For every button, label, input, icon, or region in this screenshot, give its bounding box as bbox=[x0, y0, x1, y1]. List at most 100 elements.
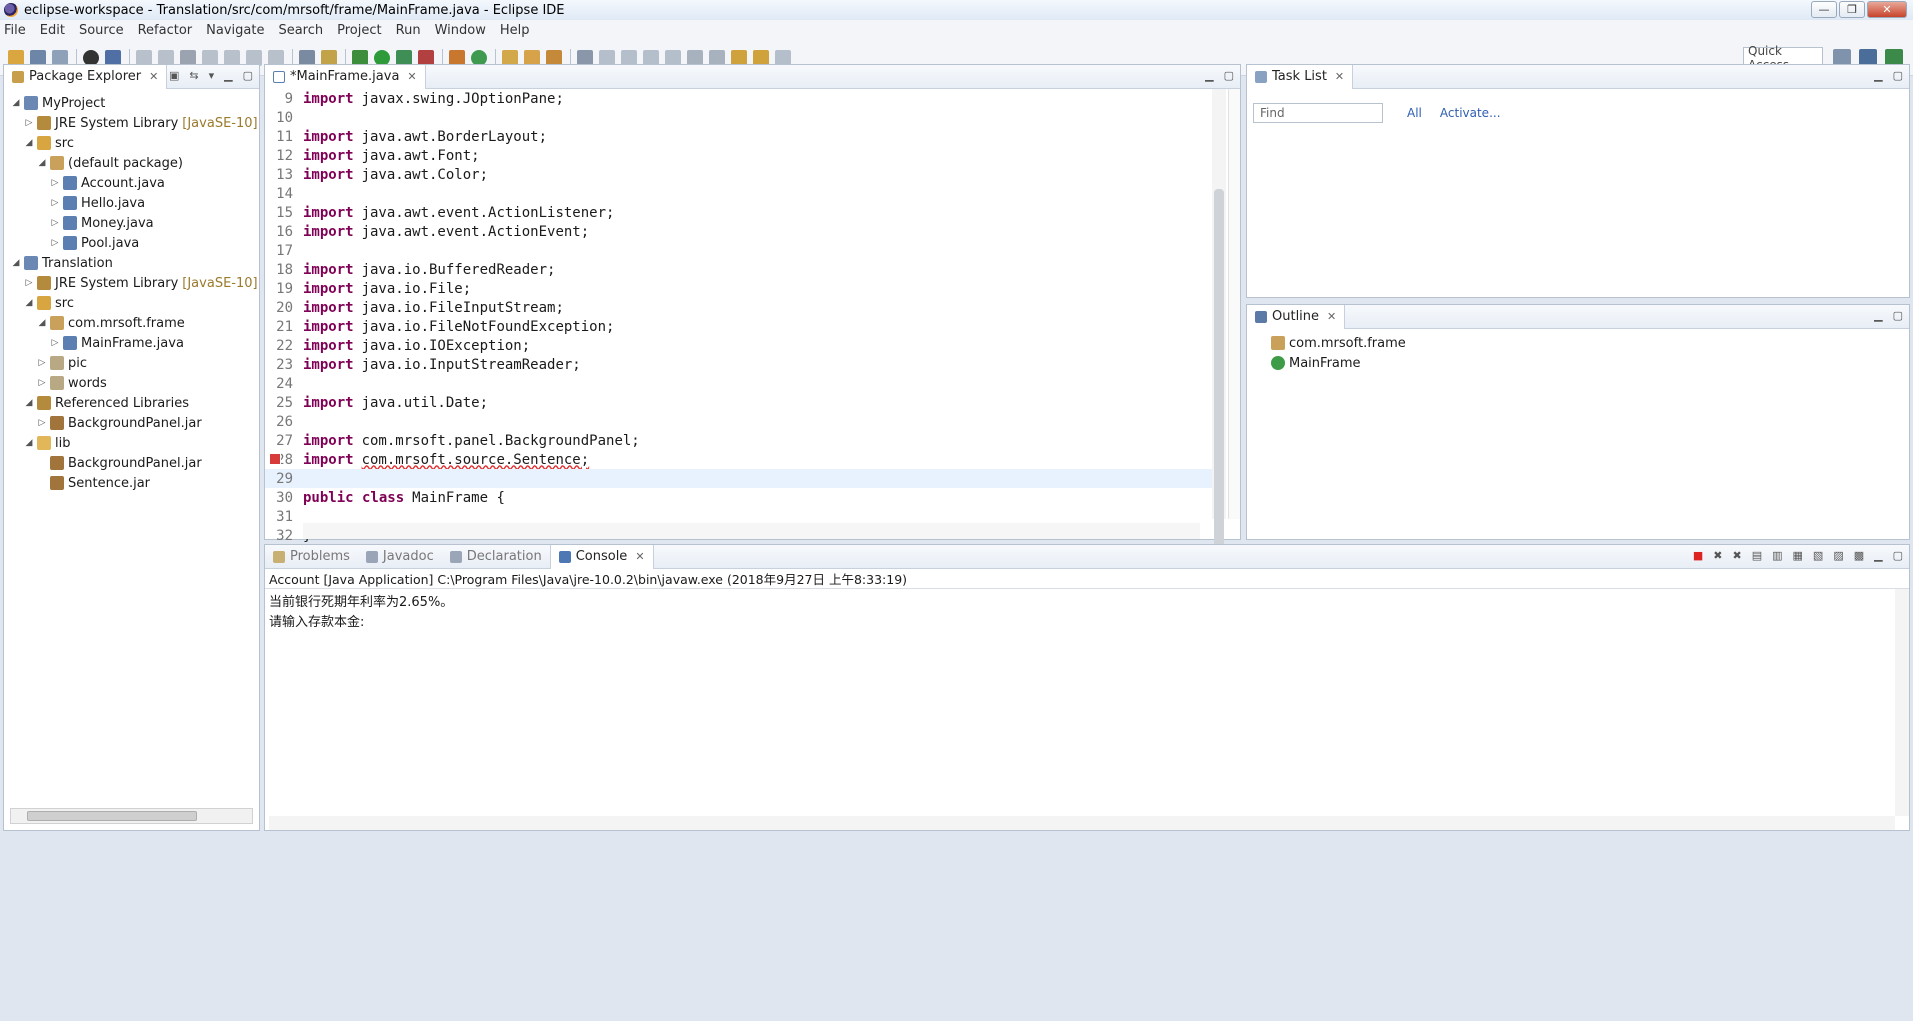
task-find-input[interactable]: Find bbox=[1253, 103, 1383, 123]
console-vertical-scrollbar[interactable] bbox=[1895, 589, 1909, 816]
tab-task-list[interactable]: Task List ✕ bbox=[1247, 64, 1354, 89]
tree-item[interactable]: ▷ words bbox=[4, 373, 259, 393]
tab-console[interactable]: Console ✕ bbox=[549, 544, 654, 569]
tree-item[interactable]: ▷ MainFrame.java bbox=[4, 333, 259, 353]
menu-file[interactable]: File bbox=[4, 23, 26, 38]
code-line[interactable]: 20 import java.io.FileInputStream; bbox=[265, 298, 1212, 317]
code-line[interactable]: 22 import java.io.IOException; bbox=[265, 336, 1212, 355]
scroll-lock-icon[interactable]: ▥ bbox=[1772, 549, 1782, 562]
remove-launch-icon[interactable]: ✖ bbox=[1713, 549, 1722, 562]
menu-source[interactable]: Source bbox=[79, 23, 124, 38]
close-icon[interactable]: ✕ bbox=[407, 70, 416, 83]
pin-console-icon[interactable]: ▧ bbox=[1813, 549, 1823, 562]
code-line[interactable]: 28 import com.mrsoft.source.Sentence; bbox=[265, 450, 1212, 469]
tree-item[interactable]: ▷ JRE System Library [JavaSE-10] bbox=[4, 273, 259, 293]
display-console-icon[interactable]: ▨ bbox=[1833, 549, 1843, 562]
expanded-twisty-icon[interactable]: ◢ bbox=[23, 438, 35, 448]
collapsed-twisty-icon[interactable]: ▷ bbox=[23, 278, 35, 288]
close-icon[interactable]: ✕ bbox=[149, 70, 158, 83]
remove-all-launches-icon[interactable]: ✖ bbox=[1732, 549, 1741, 562]
expanded-twisty-icon[interactable]: ◢ bbox=[10, 98, 22, 108]
tree-item[interactable]: ◢ (default package) bbox=[4, 153, 259, 173]
scrollbar-thumb[interactable] bbox=[1214, 189, 1224, 584]
code-line[interactable]: 29 bbox=[265, 469, 1212, 488]
minimize-view-icon[interactable]: ▁ bbox=[1874, 549, 1882, 562]
restore-button[interactable]: ❐ bbox=[1839, 1, 1865, 18]
tree-item[interactable]: ▷ Pool.java bbox=[4, 233, 259, 253]
horizontal-scrollbar[interactable] bbox=[10, 808, 253, 824]
tree-item[interactable]: ▷ Money.java bbox=[4, 213, 259, 233]
link-editor-icon[interactable]: ⇆ bbox=[189, 69, 198, 82]
outline-item[interactable]: MainFrame bbox=[1247, 353, 1909, 373]
tree-item[interactable]: BackgroundPanel.jar bbox=[4, 453, 259, 473]
minimize-view-icon[interactable]: ▁ bbox=[224, 69, 232, 82]
expanded-twisty-icon[interactable]: ◢ bbox=[36, 318, 48, 328]
code-line[interactable]: 24 bbox=[265, 374, 1212, 393]
code-line[interactable]: 12 import java.awt.Font; bbox=[265, 146, 1212, 165]
clear-console-icon[interactable]: ▤ bbox=[1752, 549, 1762, 562]
maximize-view-icon[interactable]: ▢ bbox=[1893, 549, 1903, 562]
tree-item[interactable]: ◢ lib bbox=[4, 433, 259, 453]
code-line[interactable]: 21 import java.io.FileNotFoundException; bbox=[265, 317, 1212, 336]
maximize-view-icon[interactable]: ▢ bbox=[1224, 69, 1234, 82]
close-icon[interactable]: ✕ bbox=[635, 550, 644, 563]
overview-ruler[interactable] bbox=[1228, 89, 1240, 519]
code-line[interactable]: 25 import java.util.Date; bbox=[265, 393, 1212, 412]
code-line[interactable]: 17 bbox=[265, 241, 1212, 260]
minimize-view-icon[interactable]: ▁ bbox=[1874, 69, 1882, 82]
open-console-icon[interactable]: ▩ bbox=[1854, 549, 1864, 562]
maximize-view-icon[interactable]: ▢ bbox=[1893, 69, 1903, 82]
menu-search[interactable]: Search bbox=[278, 23, 323, 38]
console-output[interactable]: 当前银行死期年利率为2.65%。 请输入存款本金: bbox=[265, 589, 1909, 637]
tree-item[interactable]: ▷ JRE System Library [JavaSE-10] bbox=[4, 113, 259, 133]
collapsed-twisty-icon[interactable]: ▷ bbox=[36, 418, 48, 428]
scrollbar-thumb[interactable] bbox=[27, 811, 197, 821]
editor-vertical-scrollbar[interactable] bbox=[1212, 89, 1226, 584]
menu-navigate[interactable]: Navigate bbox=[206, 23, 264, 38]
code-line[interactable]: 14 bbox=[265, 184, 1212, 203]
filter-icon[interactable]: ▾ bbox=[209, 69, 215, 82]
code-line[interactable]: 23 import java.io.InputStreamReader; bbox=[265, 355, 1212, 374]
code-line[interactable]: 27 import com.mrsoft.panel.BackgroundPanel… bbox=[265, 431, 1212, 450]
expanded-twisty-icon[interactable]: ◢ bbox=[23, 298, 35, 308]
tab-javadoc[interactable]: Javadoc bbox=[358, 545, 442, 569]
tree-item[interactable]: ◢ src bbox=[4, 133, 259, 153]
close-button[interactable]: ✕ bbox=[1867, 1, 1907, 18]
collapsed-twisty-icon[interactable]: ▷ bbox=[49, 238, 61, 248]
code-editor[interactable]: 9 import javax.swing.JOptionPane; 10 11 impor… bbox=[265, 89, 1212, 620]
collapsed-twisty-icon[interactable]: ▷ bbox=[49, 218, 61, 228]
tree-item[interactable]: ◢ src bbox=[4, 293, 259, 313]
outline-item[interactable]: com.mrsoft.frame bbox=[1247, 333, 1909, 353]
activate-link[interactable]: Activate... bbox=[1440, 106, 1501, 120]
tree-item[interactable]: Sentence.jar bbox=[4, 473, 259, 493]
word-wrap-icon[interactable]: ▦ bbox=[1793, 549, 1803, 562]
collapsed-twisty-icon[interactable]: ▷ bbox=[49, 198, 61, 208]
maximize-view-icon[interactable]: ▢ bbox=[243, 69, 253, 82]
terminate-icon[interactable]: ■ bbox=[1693, 549, 1703, 562]
collapsed-twisty-icon[interactable]: ▷ bbox=[49, 178, 61, 188]
editor-horizontal-scrollbar[interactable] bbox=[303, 523, 1200, 539]
collapsed-twisty-icon[interactable]: ▷ bbox=[36, 358, 48, 368]
menu-project[interactable]: Project bbox=[337, 23, 381, 38]
close-icon[interactable]: ✕ bbox=[1335, 70, 1344, 83]
tab-outline[interactable]: Outline ✕ bbox=[1247, 304, 1346, 329]
menu-run[interactable]: Run bbox=[396, 23, 421, 38]
menu-window[interactable]: Window bbox=[435, 23, 486, 38]
minimize-button[interactable]: — bbox=[1811, 1, 1837, 18]
maximize-view-icon[interactable]: ▢ bbox=[1893, 309, 1903, 322]
tab-mainframe-java[interactable]: *MainFrame.java ✕ bbox=[265, 64, 426, 89]
tree-item[interactable]: ▷ pic bbox=[4, 353, 259, 373]
tree-item[interactable]: ▷ Account.java bbox=[4, 173, 259, 193]
tab-problems[interactable]: Problems bbox=[265, 545, 358, 569]
code-line[interactable]: 30 public class MainFrame { bbox=[265, 488, 1212, 507]
code-line[interactable]: 26 bbox=[265, 412, 1212, 431]
collapsed-twisty-icon[interactable]: ▷ bbox=[36, 378, 48, 388]
menu-help[interactable]: Help bbox=[500, 23, 530, 38]
minimize-view-icon[interactable]: ▁ bbox=[1874, 309, 1882, 322]
code-line[interactable]: 11 import java.awt.BorderLayout; bbox=[265, 127, 1212, 146]
menu-refactor[interactable]: Refactor bbox=[138, 23, 193, 38]
expanded-twisty-icon[interactable]: ◢ bbox=[23, 138, 35, 148]
code-line[interactable]: 16 import java.awt.event.ActionEvent; bbox=[265, 222, 1212, 241]
tree-item[interactable]: ▷ BackgroundPanel.jar bbox=[4, 413, 259, 433]
close-icon[interactable]: ✕ bbox=[1327, 310, 1336, 323]
